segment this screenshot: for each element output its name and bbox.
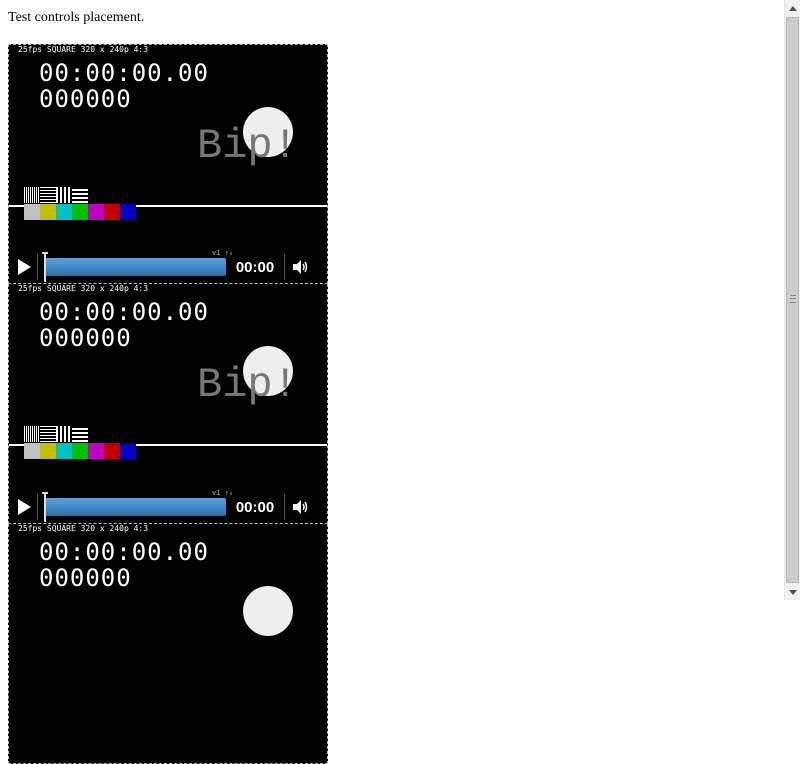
video-info-text: 25fps SQUARE 320 x 240p 4:3 [18, 45, 149, 54]
resolution-pattern [24, 426, 88, 442]
bip-text: Bip! [197, 122, 298, 170]
color-bar [56, 204, 72, 220]
video-player[interactable]: 25fps SQUARE 320 x 240p 4:3 00:00:00.00 … [8, 524, 328, 764]
progress-bar[interactable] [42, 252, 226, 282]
arrow-up-icon [789, 5, 797, 11]
scrubber-handle[interactable] [42, 252, 48, 282]
color-bar [88, 204, 104, 220]
progress-bar[interactable] [42, 492, 226, 522]
video-player[interactable]: 25fps SQUARE 320 x 240p 4:3 00:00:00.00 … [8, 284, 328, 524]
color-bar [40, 443, 56, 459]
vertical-scrollbar[interactable] [784, 0, 800, 600]
time-text: 00:00 [235, 258, 275, 276]
play-button[interactable] [9, 251, 37, 283]
color-bars [24, 204, 136, 220]
color-bar [24, 204, 40, 220]
time-display: v1 ↑↓ 00:00 [212, 249, 284, 276]
scroll-up-button[interactable] [785, 0, 800, 16]
overlay-label: v1 ↑↓ [212, 488, 234, 497]
color-bar [104, 443, 120, 459]
color-bar [72, 443, 88, 459]
video-controls: v1 ↑↓ 00:00 [9, 249, 327, 283]
color-bar [24, 443, 40, 459]
time-display: v1 ↑↓ 00:00 [212, 489, 284, 516]
video-info-text: 25fps SQUARE 320 x 240p 4:3 [18, 524, 149, 533]
resolution-pattern [24, 187, 88, 203]
video-controls: v1 ↑↓ 00:00 [9, 489, 327, 523]
play-icon [17, 499, 31, 515]
timecode-text: 00:00:00.00 [39, 298, 209, 326]
color-bar [72, 204, 88, 220]
color-bars [24, 443, 136, 459]
scrollbar-thumb[interactable] [786, 17, 799, 583]
time-text: 00:00 [235, 498, 275, 516]
timecode-text: 00:00:00.00 [39, 59, 209, 87]
color-bar [40, 204, 56, 220]
color-bar [120, 204, 136, 220]
frame-counter-text: 000000 [39, 324, 132, 352]
volume-icon [293, 500, 308, 514]
frame-counter-text: 000000 [39, 85, 132, 113]
volume-button[interactable] [285, 491, 317, 523]
test-circle [243, 586, 293, 636]
play-button[interactable] [9, 491, 37, 523]
divider [37, 494, 38, 520]
color-bar [120, 443, 136, 459]
color-bar [104, 204, 120, 220]
overlay-label: v1 ↑↓ [212, 248, 234, 257]
video-stack: 25fps SQUARE 320 x 240p 4:3 00:00:00.00 … [8, 44, 328, 764]
page-text: Test controls placement. [8, 10, 145, 25]
timecode-text: 00:00:00.00 [39, 538, 209, 566]
grip-icon [790, 295, 796, 303]
video-player[interactable]: 25fps SQUARE 320 x 240p 4:3 00:00:00.00 … [8, 44, 328, 284]
color-bar [88, 443, 104, 459]
play-icon [17, 259, 31, 275]
frame-counter-text: 000000 [39, 564, 132, 592]
scrubber-handle[interactable] [42, 492, 48, 522]
volume-button[interactable] [285, 251, 317, 283]
video-info-text: 25fps SQUARE 320 x 240p 4:3 [18, 284, 149, 293]
bip-text: Bip! [197, 361, 298, 409]
arrow-down-icon [789, 589, 797, 595]
volume-icon [293, 260, 308, 274]
divider [37, 254, 38, 280]
color-bar [56, 443, 72, 459]
scroll-down-button[interactable] [785, 584, 800, 600]
